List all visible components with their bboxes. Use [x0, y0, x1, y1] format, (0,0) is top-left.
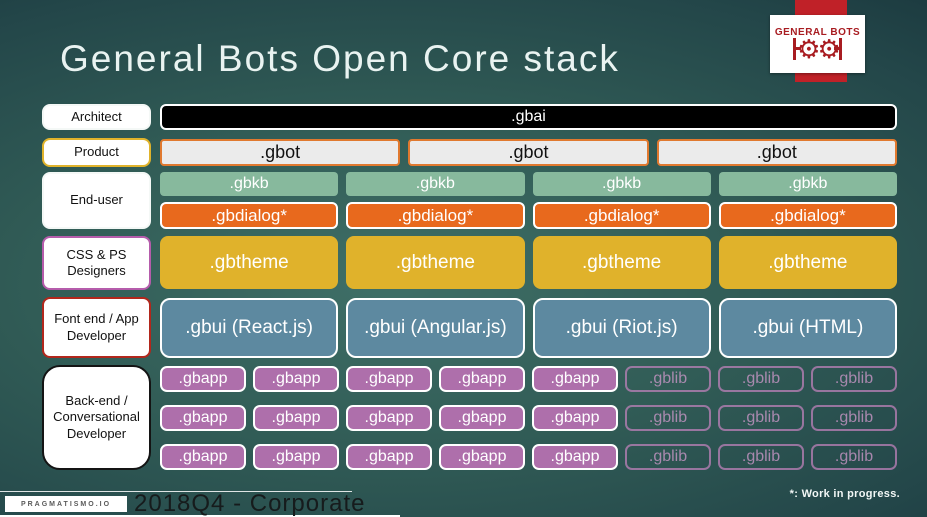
gbapp-box: .gbapp [253, 405, 339, 431]
row-gbtheme: .gbtheme .gbtheme .gbtheme .gbtheme [160, 236, 897, 289]
gbtheme-box: .gbtheme [532, 236, 711, 289]
gbapp-box: .gbapp [346, 444, 432, 470]
gbui-angular-box: .gbui (Angular.js) [346, 298, 525, 358]
gbtheme-box: .gbtheme [718, 236, 897, 289]
gbkb-box: .gbkb [160, 172, 339, 196]
gbtheme-box: .gbtheme [346, 236, 525, 289]
row-gbapp-3: .gbapp .gbapp .gbapp .gbapp .gbapp .gbli… [160, 444, 897, 470]
general-bots-logo: GENERAL BOTS ⚙⚙ [770, 15, 865, 73]
label-product: Product [42, 138, 151, 167]
gbapp-box: .gbapp [160, 405, 246, 431]
pragmatismo-brand-box: PRAGMATISMO.IO [5, 496, 127, 512]
row-gbapp-1: .gbapp .gbapp .gbapp .gbapp .gbapp .gbli… [160, 366, 897, 392]
gbkb-box: .gbkb [718, 172, 897, 196]
slide-canvas: General Bots Open Core stack GENERAL BOT… [0, 0, 927, 517]
gear-glyphs: ⚙⚙ [797, 33, 841, 64]
gbot-box: .gbot [656, 139, 897, 166]
label-css-ps-designers: CSS & PS Designers [42, 236, 151, 290]
gbapp-box: .gbapp [439, 366, 525, 392]
gbot-box: .gbot [160, 139, 401, 166]
logo-left-bar [793, 37, 802, 60]
gbui-html-box: .gbui (HTML) [718, 298, 897, 358]
gbapp-box: .gbapp [439, 444, 525, 470]
row-gbai: .gbai [160, 104, 897, 130]
gbkb-box: .gbkb [532, 172, 711, 196]
logo-right-bar [833, 37, 842, 60]
gblib-box: .gblib [718, 366, 804, 392]
gblib-box: .gblib [811, 366, 897, 392]
work-in-progress-footnote: *: Work in progress. [789, 488, 900, 500]
gbui-react-box: .gbui (React.js) [160, 298, 339, 358]
gears-icon: ⚙⚙ [793, 36, 842, 62]
gblib-box: .gblib [718, 405, 804, 431]
gbapp-box: .gbapp [253, 444, 339, 470]
gbapp-box: .gbapp [160, 444, 246, 470]
gbkb-box: .gbkb [346, 172, 525, 196]
gbapp-box: .gbapp [253, 366, 339, 392]
gbapp-box: .gbapp [532, 444, 618, 470]
gbai-box: .gbai [160, 104, 897, 130]
gbapp-box: .gbapp [532, 366, 618, 392]
gblib-box: .gblib [625, 444, 711, 470]
gblib-box: .gblib [625, 405, 711, 431]
gblib-box: .gblib [625, 366, 711, 392]
gbapp-box: .gbapp [346, 366, 432, 392]
footer-date-label: 2018Q4 - Corporate [134, 490, 366, 517]
label-end-user: End-user [42, 172, 151, 229]
label-backend-conversational-developer: Back-end / Conversational Developer [42, 365, 151, 470]
gblib-box: .gblib [811, 444, 897, 470]
label-frontend-app-developer: Font end / App Developer [42, 297, 151, 358]
gbdialog-box: .gbdialog* [346, 202, 525, 229]
gblib-box: .gblib [718, 444, 804, 470]
gbdialog-box: .gbdialog* [718, 202, 897, 229]
gbapp-box: .gbapp [439, 405, 525, 431]
row-gbui: .gbui (React.js) .gbui (Angular.js) .gbu… [160, 298, 897, 358]
gbdialog-box: .gbdialog* [532, 202, 711, 229]
gbdialog-box: .gbdialog* [160, 202, 339, 229]
row-gbapp-2: .gbapp .gbapp .gbapp .gbapp .gbapp .gbli… [160, 405, 897, 431]
row-gbdialog: .gbdialog* .gbdialog* .gbdialog* .gbdial… [160, 202, 897, 229]
row-gbkb: .gbkb .gbkb .gbkb .gbkb [160, 172, 897, 196]
gbot-box: .gbot [408, 139, 649, 166]
gbui-riot-box: .gbui (Riot.js) [532, 298, 711, 358]
gbapp-box: .gbapp [532, 405, 618, 431]
pragmatismo-brand-text: PRAGMATISMO.IO [20, 500, 112, 508]
row-gbot: .gbot .gbot .gbot [160, 139, 897, 166]
gbtheme-box: .gbtheme [160, 236, 339, 289]
gbapp-box: .gbapp [346, 405, 432, 431]
gblib-box: .gblib [811, 405, 897, 431]
label-architect: Architect [42, 104, 151, 130]
page-title: General Bots Open Core stack [60, 38, 620, 79]
gbapp-box: .gbapp [160, 366, 246, 392]
